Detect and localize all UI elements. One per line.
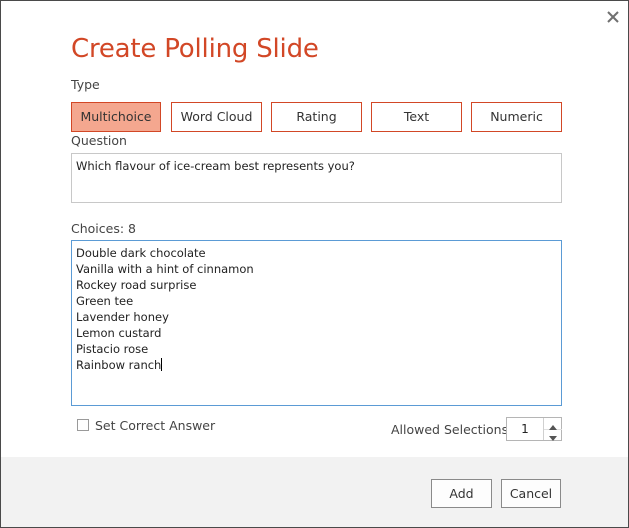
add-button[interactable]: Add bbox=[431, 479, 492, 508]
choice-line: Green tee bbox=[76, 294, 134, 308]
stepper-arrows bbox=[543, 418, 562, 441]
allowed-selections-stepper[interactable]: 1 bbox=[506, 417, 562, 441]
choice-line-text: Rainbow ranch bbox=[76, 358, 162, 372]
text-caret bbox=[161, 358, 163, 371]
question-input[interactable]: Which flavour of ice-cream best represen… bbox=[71, 153, 562, 203]
choices-textarea[interactable]: Double dark chocolate Vanilla with a hin… bbox=[71, 240, 562, 406]
set-correct-answer-checkbox[interactable] bbox=[77, 419, 89, 431]
question-label: Question bbox=[71, 133, 127, 148]
cancel-button[interactable]: Cancel bbox=[501, 479, 561, 508]
choice-line: Lemon custard bbox=[76, 326, 162, 340]
close-button[interactable] bbox=[604, 8, 622, 26]
question-text: Which flavour of ice-cream best represen… bbox=[76, 159, 355, 173]
choice-line-with-caret: Rainbow ranch bbox=[76, 357, 557, 373]
type-word-cloud-button[interactable]: Word Cloud bbox=[171, 102, 262, 132]
type-multichoice-button[interactable]: Multichoice bbox=[71, 102, 161, 132]
close-icon bbox=[607, 11, 619, 23]
type-rating-button[interactable]: Rating bbox=[271, 102, 362, 132]
choice-line: Double dark chocolate bbox=[76, 246, 206, 260]
choice-line: Lavender honey bbox=[76, 310, 169, 324]
allowed-selections-label: Allowed Selections: bbox=[391, 422, 513, 437]
choice-line: Vanilla with a hint of cinnamon bbox=[76, 262, 254, 276]
stepper-down-button[interactable] bbox=[544, 429, 562, 441]
choice-line: Rockey road surprise bbox=[76, 278, 197, 292]
choice-line: Pistacio rose bbox=[76, 342, 149, 356]
create-polling-slide-dialog: Create Polling Slide Type Multichoice Wo… bbox=[0, 0, 629, 528]
set-correct-answer-label[interactable]: Set Correct Answer bbox=[95, 418, 215, 434]
caret-down-icon bbox=[549, 436, 557, 441]
type-label: Type bbox=[71, 77, 100, 92]
allowed-selections-value[interactable]: 1 bbox=[507, 418, 543, 440]
type-text-button[interactable]: Text bbox=[371, 102, 462, 132]
dialog-title: Create Polling Slide bbox=[71, 34, 319, 64]
type-numeric-button[interactable]: Numeric bbox=[471, 102, 562, 132]
choices-label: Choices: 8 bbox=[71, 221, 136, 236]
